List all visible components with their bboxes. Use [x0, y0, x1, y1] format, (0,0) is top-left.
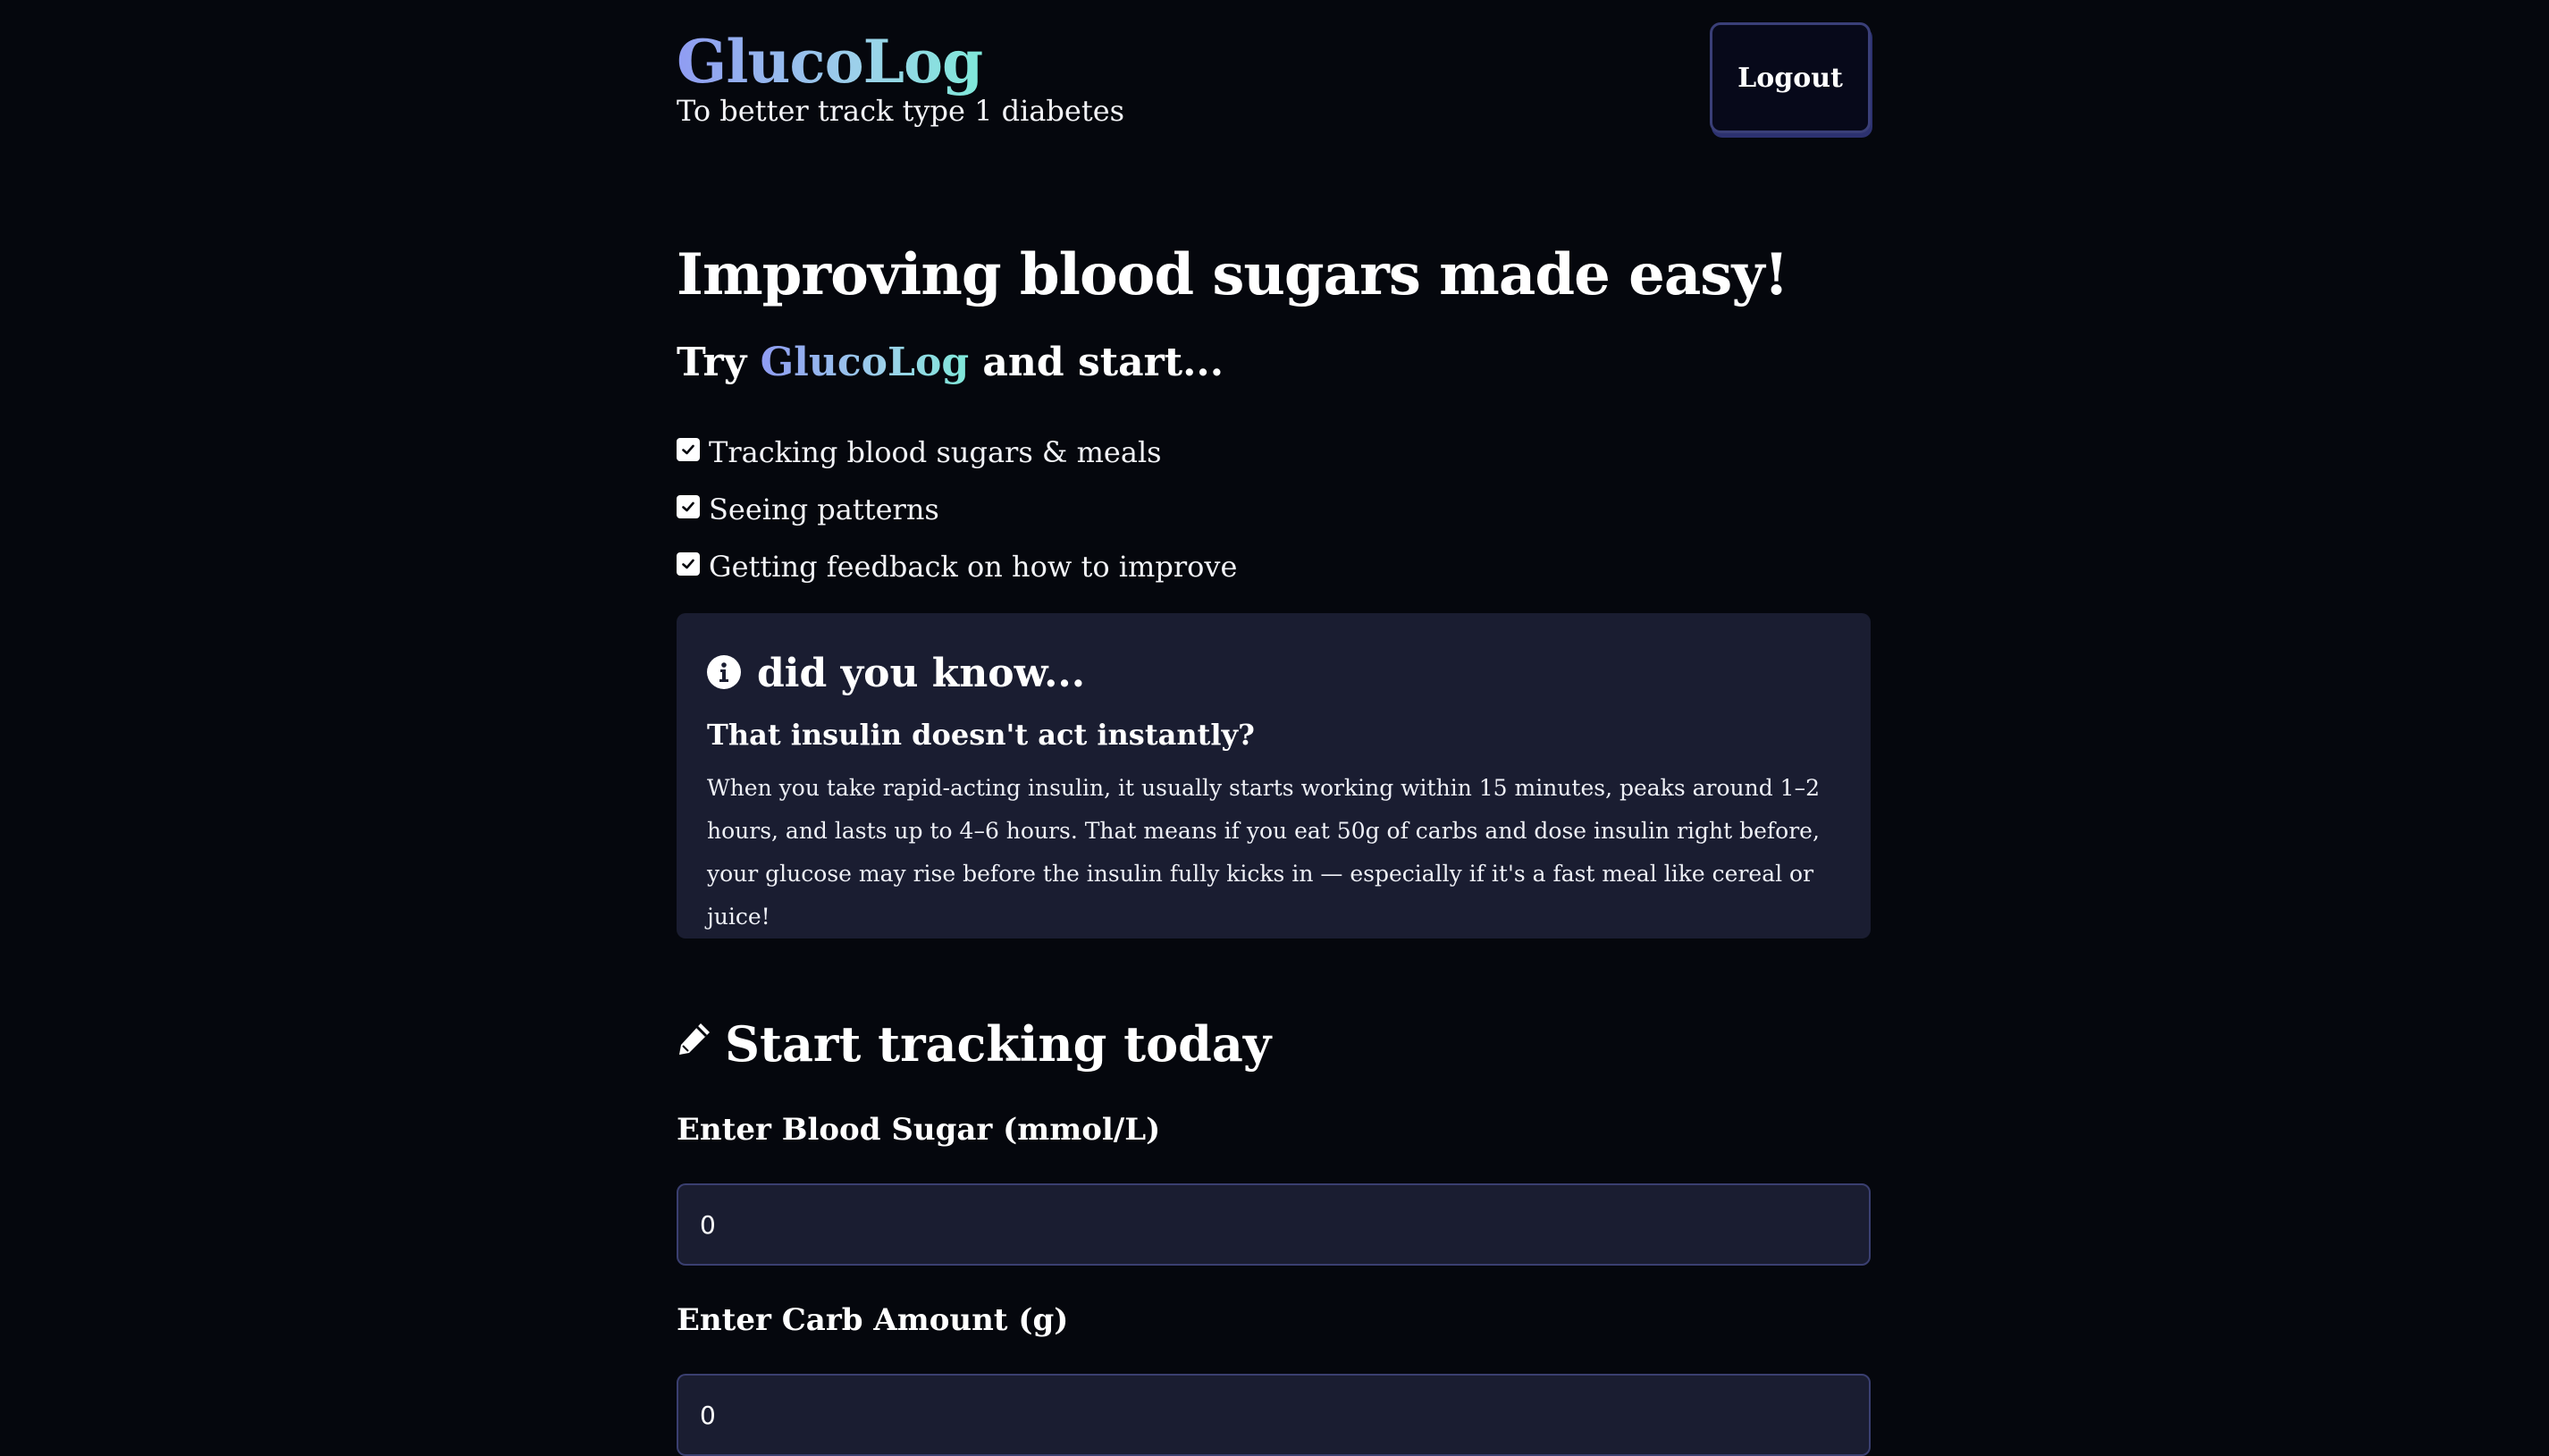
feature-text: Seeing patterns: [709, 492, 939, 526]
tagline: To better track type 1 diabetes: [677, 94, 1125, 128]
hero-subtitle-prefix: Try: [677, 340, 761, 385]
hero-title: Improving blood sugars made easy!: [677, 241, 1789, 308]
carb-amount-input[interactable]: [677, 1374, 1871, 1456]
info-heading-text: did you know...: [757, 651, 1086, 696]
logout-button[interactable]: Logout: [1710, 22, 1871, 133]
did-you-know-card: did you know... That insulin doesn't act…: [677, 613, 1871, 938]
feature-checklist: Tracking blood sugars & meals Seeing pat…: [677, 424, 1237, 595]
feature-text: Getting feedback on how to improve: [709, 550, 1238, 584]
feature-text: Tracking blood sugars & meals: [709, 435, 1162, 469]
info-heading: did you know...: [707, 649, 1840, 699]
blood-sugar-input[interactable]: [677, 1183, 1871, 1266]
header: GlucoLog To better track type 1 diabetes…: [677, 0, 1871, 179]
list-item: Seeing patterns: [677, 481, 1237, 538]
carb-amount-label: Enter Carb Amount (g): [677, 1302, 1069, 1338]
checkbox-checked-icon: [677, 552, 700, 576]
list-item: Tracking blood sugars & meals: [677, 424, 1237, 481]
hero-subtitle: Try GlucoLog and start...: [677, 338, 1224, 388]
pencil-icon: [679, 1023, 710, 1055]
info-question: That insulin doesn't act instantly?: [707, 718, 1255, 752]
page-container: GlucoLog To better track type 1 diabetes…: [677, 0, 1871, 1456]
info-circle-icon: [707, 655, 741, 689]
tracking-title-text: Start tracking today: [725, 1015, 1272, 1073]
hero-subtitle-suffix: and start...: [969, 340, 1224, 385]
hero-subtitle-brand: GlucoLog: [760, 340, 970, 385]
blood-sugar-label: Enter Blood Sugar (mmol/L): [677, 1112, 1161, 1148]
tracking-section-title: Start tracking today: [677, 1008, 1271, 1080]
list-item: Getting feedback on how to improve: [677, 538, 1237, 595]
checkbox-checked-icon: [677, 438, 700, 461]
info-body: When you take rapid-acting insulin, it u…: [707, 775, 1820, 930]
checkbox-checked-icon: [677, 495, 700, 518]
brand-logo[interactable]: GlucoLog: [677, 27, 983, 97]
